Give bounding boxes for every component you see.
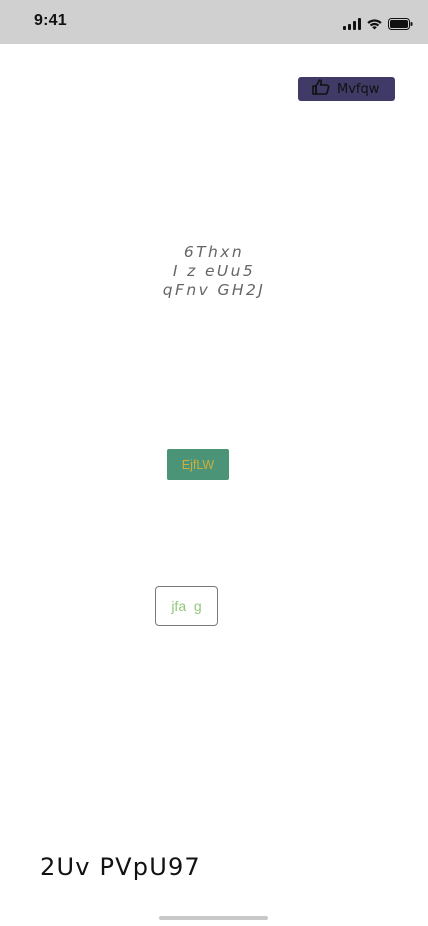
like-button[interactable]: Mvfqw	[298, 77, 395, 101]
status-icons	[343, 15, 413, 34]
wifi-icon	[366, 15, 383, 34]
like-button-label: Mvfqw	[337, 81, 380, 97]
home-indicator[interactable]	[159, 916, 268, 920]
text-line: qFnv GH2J	[162, 281, 266, 299]
cellular-signal-icon	[343, 15, 361, 34]
bottom-heading: 2Uv PVpU97	[40, 853, 201, 881]
green-action-button[interactable]: EjfLW	[167, 449, 229, 480]
outline-action-button[interactable]: jfa g	[155, 586, 218, 626]
battery-icon	[388, 15, 413, 34]
center-text-block: 6Thxn I z eUu5 qFnv GH2J	[114, 243, 314, 300]
thumbs-up-icon	[312, 79, 330, 99]
status-bar: 9:41	[0, 0, 428, 44]
status-time: 9:41	[34, 12, 67, 29]
text-line: I z eUu5	[172, 262, 256, 280]
text-line: 6Thxn	[183, 243, 245, 261]
